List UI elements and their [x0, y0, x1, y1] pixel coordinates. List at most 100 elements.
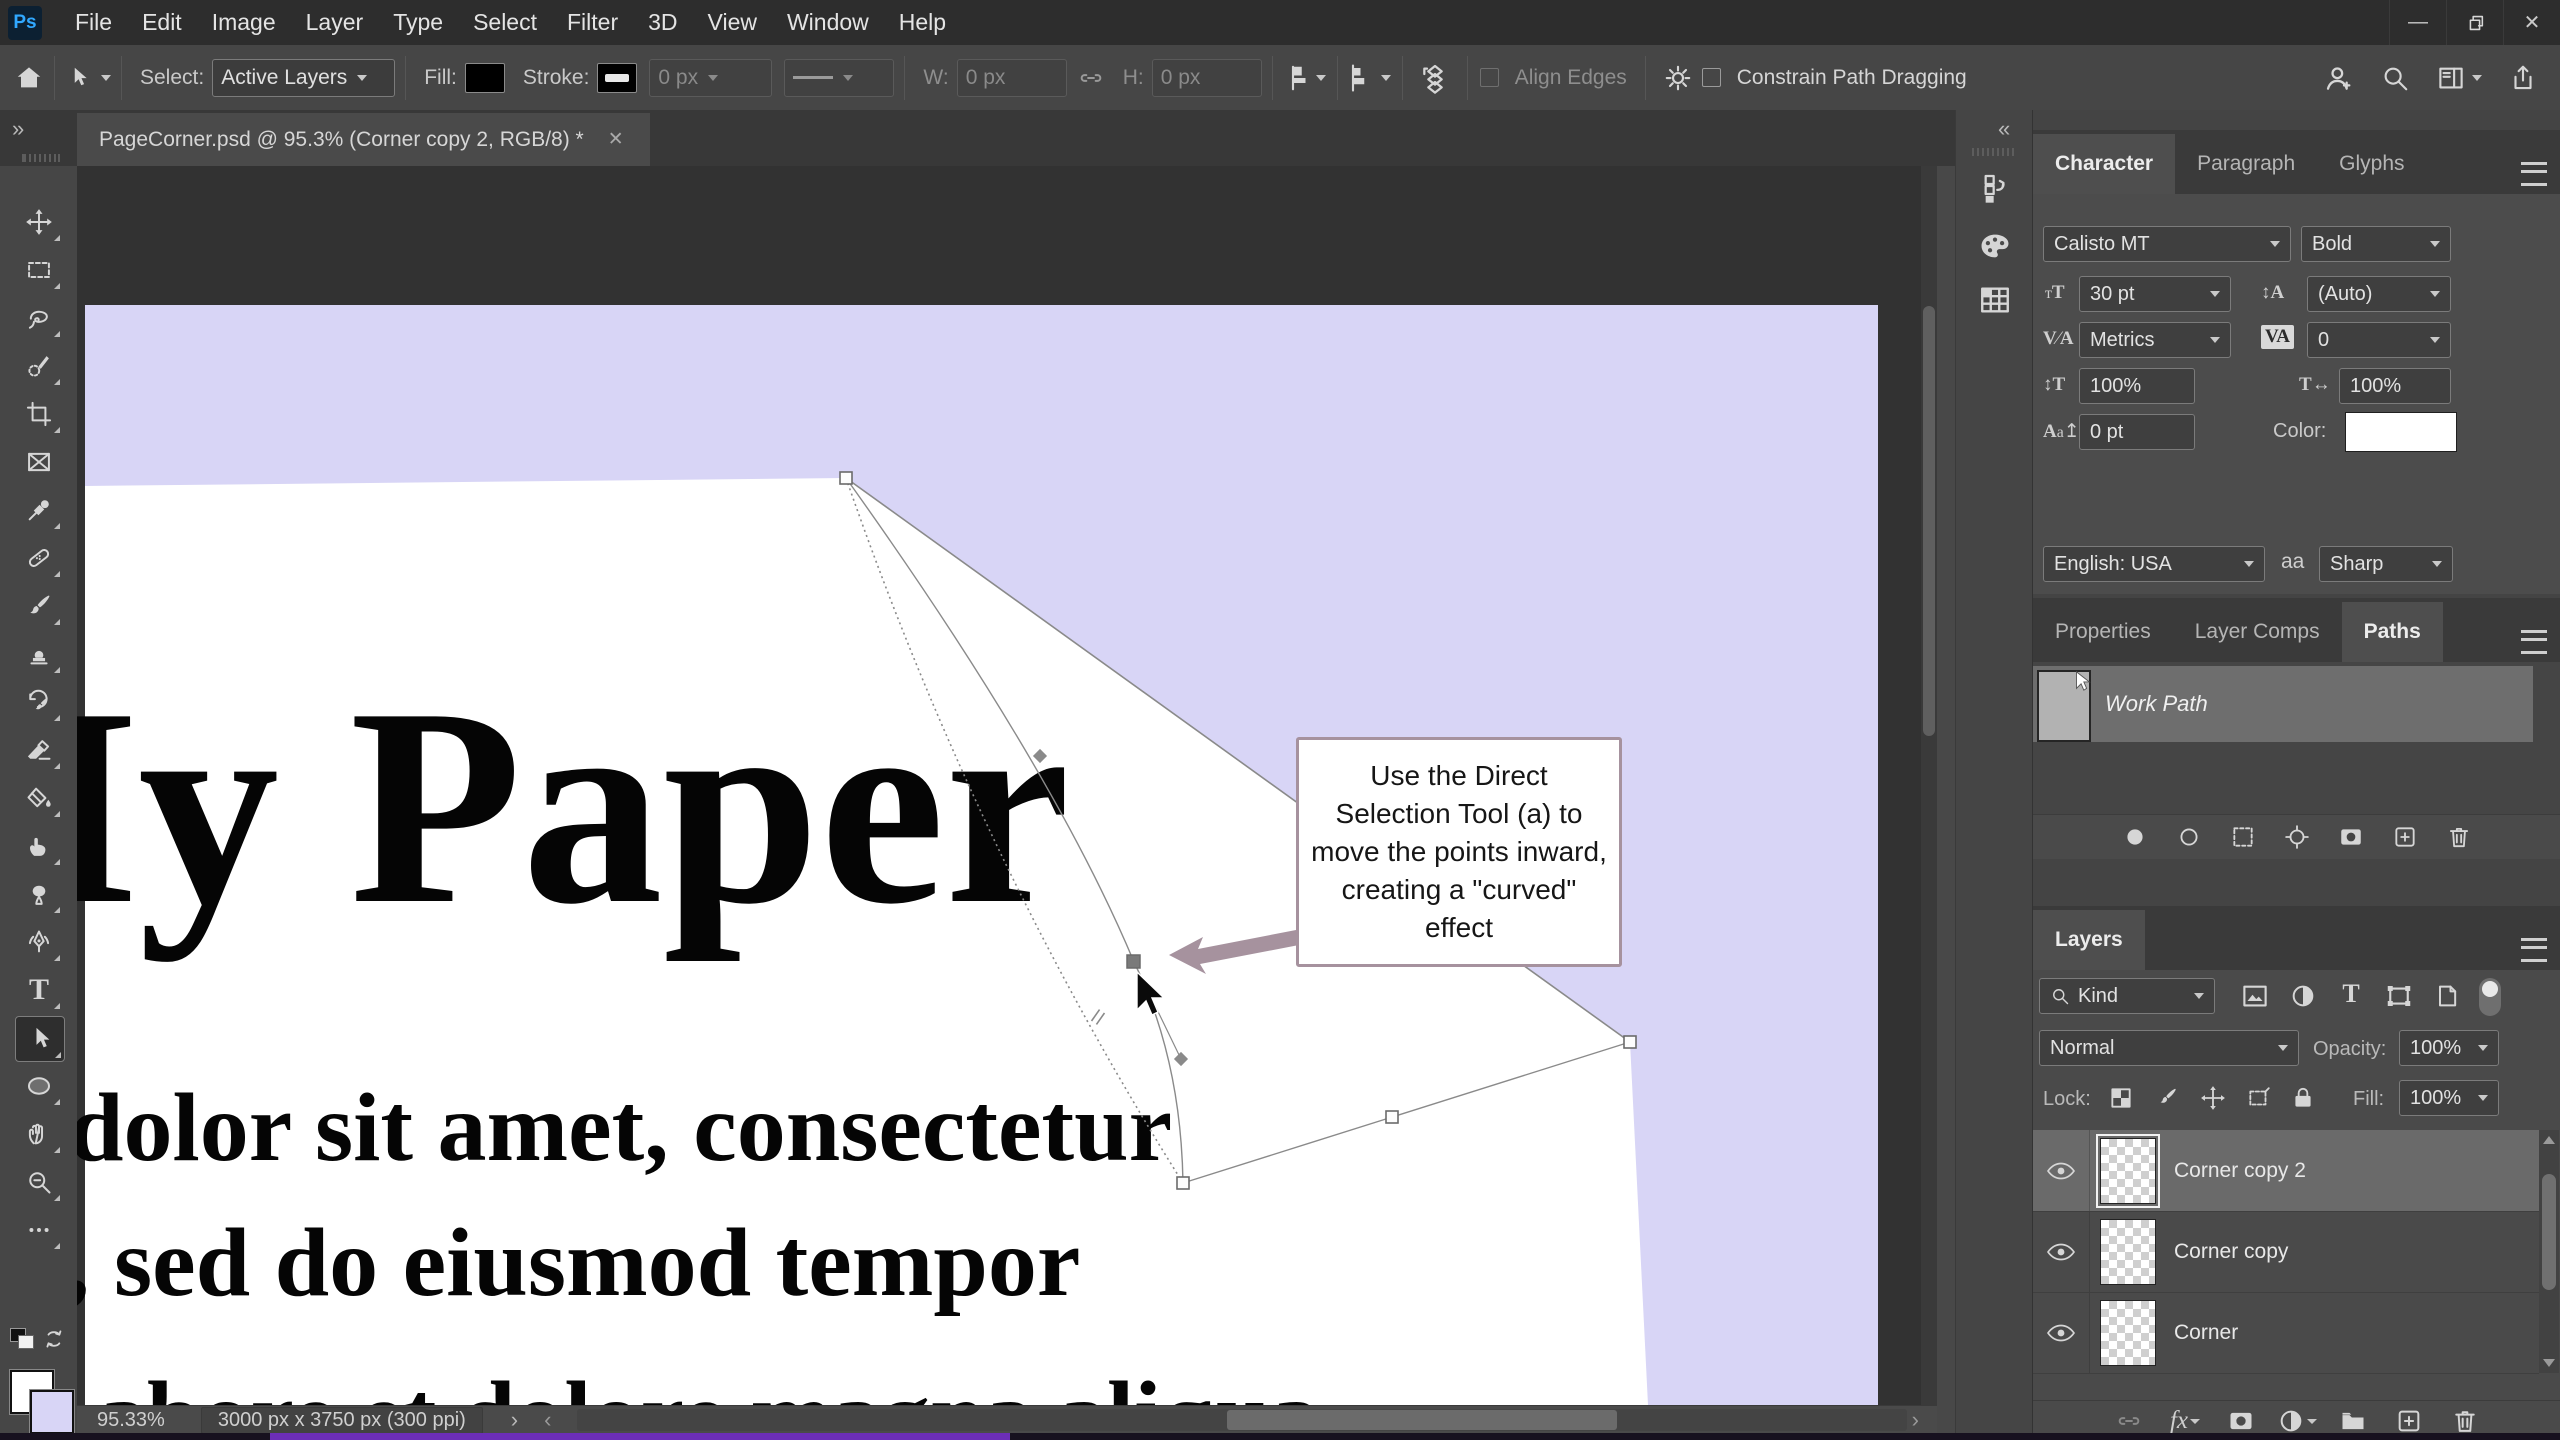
- canvas-area[interactable]: My Paper dolor sit amet, consectetur , s…: [77, 166, 1921, 1405]
- anchor-mid-bottom[interactable]: [1385, 1110, 1399, 1124]
- constrain-path-checkbox[interactable]: [1701, 68, 1721, 87]
- kerning-field[interactable]: Metrics: [2079, 322, 2231, 358]
- stroke-type-dropdown[interactable]: [784, 58, 895, 97]
- tab-glyphs[interactable]: Glyphs: [2317, 134, 2426, 194]
- layer-thumbnail[interactable]: [2100, 1218, 2156, 1285]
- path-selection-tool[interactable]: [15, 1016, 65, 1062]
- document-size-info[interactable]: 3000 px x 3750 px (300 ppi): [200, 1406, 483, 1434]
- quick-selection-tool[interactable]: [15, 344, 63, 388]
- menu-3d[interactable]: 3D: [633, 0, 692, 45]
- path-mask-ops-icon[interactable]: [2275, 819, 2319, 855]
- anti-alias-dropdown[interactable]: Sharp: [2319, 546, 2453, 582]
- minimize-icon[interactable]: —: [2389, 0, 2446, 45]
- lock-transparency-icon[interactable]: [2099, 1080, 2143, 1116]
- gear-icon[interactable]: [1656, 60, 1700, 96]
- path-alignment-icon[interactable]: [1283, 60, 1327, 96]
- menu-image[interactable]: Image: [197, 0, 291, 45]
- menu-edit[interactable]: Edit: [127, 0, 197, 45]
- visibility-eye-icon[interactable]: [2033, 1153, 2089, 1189]
- layers-menu-icon[interactable]: [2521, 938, 2547, 962]
- hscroll-left-icon[interactable]: ‹: [544, 1407, 551, 1433]
- workspace-icon[interactable]: [2436, 63, 2482, 93]
- work-path-row[interactable]: Work Path: [2033, 666, 2533, 742]
- filter-pixel-layers-icon[interactable]: [2233, 978, 2277, 1014]
- path-thumbnail[interactable]: [2037, 670, 2091, 742]
- fill-opacity-field[interactable]: 100%: [2399, 1080, 2499, 1116]
- layers-scrollbar[interactable]: [2539, 1130, 2559, 1373]
- select-mode-dropdown[interactable]: Active Layers: [212, 58, 396, 97]
- menu-view[interactable]: View: [693, 0, 772, 45]
- pen-tool[interactable]: [15, 920, 63, 964]
- hscroll-right-icon[interactable]: ›: [1912, 1407, 1919, 1433]
- close-icon[interactable]: ✕: [2503, 0, 2560, 45]
- filter-shape-layers-icon[interactable]: [2377, 978, 2421, 1014]
- tracking-field[interactable]: 0: [2307, 322, 2451, 358]
- tab-close-icon[interactable]: ✕: [608, 128, 624, 151]
- menu-select[interactable]: Select: [458, 0, 552, 45]
- vertical-scroll-thumb[interactable]: [1923, 306, 1935, 736]
- filter-adjustment-layers-icon[interactable]: [2281, 978, 2325, 1014]
- dodge-tool[interactable]: [15, 872, 63, 916]
- tab-layers[interactable]: Layers: [2033, 910, 2145, 970]
- canvas-vertical-scrollbar[interactable]: [1921, 166, 1937, 1405]
- horizontal-scroll-thumb[interactable]: [1227, 1410, 1617, 1430]
- toolbar-collapse-icon[interactable]: »: [12, 116, 24, 142]
- language-dropdown[interactable]: English: USA: [2043, 546, 2265, 582]
- history-brush-tool[interactable]: [15, 680, 63, 724]
- history-panel-icon[interactable]: [1973, 168, 2017, 208]
- anchor-right[interactable]: [1623, 1035, 1637, 1049]
- paint-bucket-tool[interactable]: [15, 776, 63, 820]
- smudge-tool[interactable]: [15, 824, 63, 868]
- menu-type[interactable]: Type: [378, 0, 458, 45]
- clone-stamp-tool[interactable]: [15, 632, 63, 676]
- zoom-level-field[interactable]: 95.33%: [97, 1409, 165, 1432]
- lock-artboard-icon[interactable]: [2237, 1080, 2281, 1116]
- vertical-scale-field[interactable]: 100%: [2079, 368, 2195, 404]
- color-panel-icon[interactable]: [1973, 226, 2017, 266]
- link-dimensions-icon[interactable]: [1077, 64, 1105, 92]
- layers-scroll-thumb[interactable]: [2542, 1174, 2556, 1290]
- filter-type-layers-icon[interactable]: T: [2329, 976, 2373, 1012]
- more-tools-icon[interactable]: [15, 1208, 63, 1252]
- delete-path-icon[interactable]: [2437, 819, 2481, 855]
- anchor-bottom[interactable]: [1176, 1176, 1190, 1190]
- fill-path-icon[interactable]: [2113, 819, 2157, 855]
- fill-swatch[interactable]: [464, 62, 505, 93]
- font-size-field[interactable]: 30 pt: [2079, 276, 2231, 312]
- filter-toggle-switch[interactable]: [2479, 978, 2501, 1016]
- status-expand-icon[interactable]: ›: [511, 1407, 518, 1433]
- lock-all-icon[interactable]: [2281, 1080, 2325, 1116]
- paths-menu-icon[interactable]: [2521, 630, 2547, 654]
- type-tool[interactable]: T: [15, 968, 63, 1012]
- hand-tool[interactable]: [15, 1112, 63, 1156]
- document-tab[interactable]: PageCorner.psd @ 95.3% (Corner copy 2, R…: [77, 113, 650, 166]
- visibility-eye-icon[interactable]: [2033, 1315, 2089, 1351]
- layer-row-corner[interactable]: Corner: [2033, 1292, 2539, 1374]
- menu-window[interactable]: Window: [772, 0, 884, 45]
- stroke-width-field[interactable]: 0 px: [649, 58, 773, 97]
- baseline-shift-field[interactable]: 0 pt: [2079, 414, 2195, 450]
- menu-file[interactable]: File: [60, 0, 127, 45]
- tab-character[interactable]: Character: [2033, 134, 2176, 194]
- opacity-field[interactable]: 100%: [2399, 1030, 2499, 1066]
- canvas-horizontal-scrollbar[interactable]: [577, 1409, 1907, 1431]
- crop-tool[interactable]: [15, 392, 63, 436]
- layer-thumbnail[interactable]: [2096, 1133, 2160, 1208]
- toolbar-grip[interactable]: [22, 154, 60, 162]
- search-icon[interactable]: [2380, 63, 2410, 93]
- lock-position-icon[interactable]: [2191, 1080, 2235, 1116]
- layer-row-corner-copy-2[interactable]: Corner copy 2: [2033, 1130, 2539, 1212]
- move-tool[interactable]: [15, 200, 63, 244]
- path-arrange-icon[interactable]: [1413, 60, 1457, 96]
- horizontal-scale-field[interactable]: 100%: [2339, 368, 2451, 404]
- font-family-dropdown[interactable]: Calisto MT: [2043, 226, 2291, 262]
- text-color-swatch[interactable]: [2345, 412, 2457, 452]
- brush-tool[interactable]: [15, 584, 63, 628]
- stroke-swatch[interactable]: [597, 62, 638, 93]
- menu-layer[interactable]: Layer: [291, 0, 379, 45]
- spot-healing-tool[interactable]: [15, 536, 63, 580]
- width-field[interactable]: 0 px: [956, 58, 1067, 97]
- tab-layer-comps[interactable]: Layer Comps: [2173, 602, 2342, 662]
- zoom-tool[interactable]: [15, 1160, 63, 1204]
- layer-row-corner-copy[interactable]: Corner copy: [2033, 1211, 2539, 1293]
